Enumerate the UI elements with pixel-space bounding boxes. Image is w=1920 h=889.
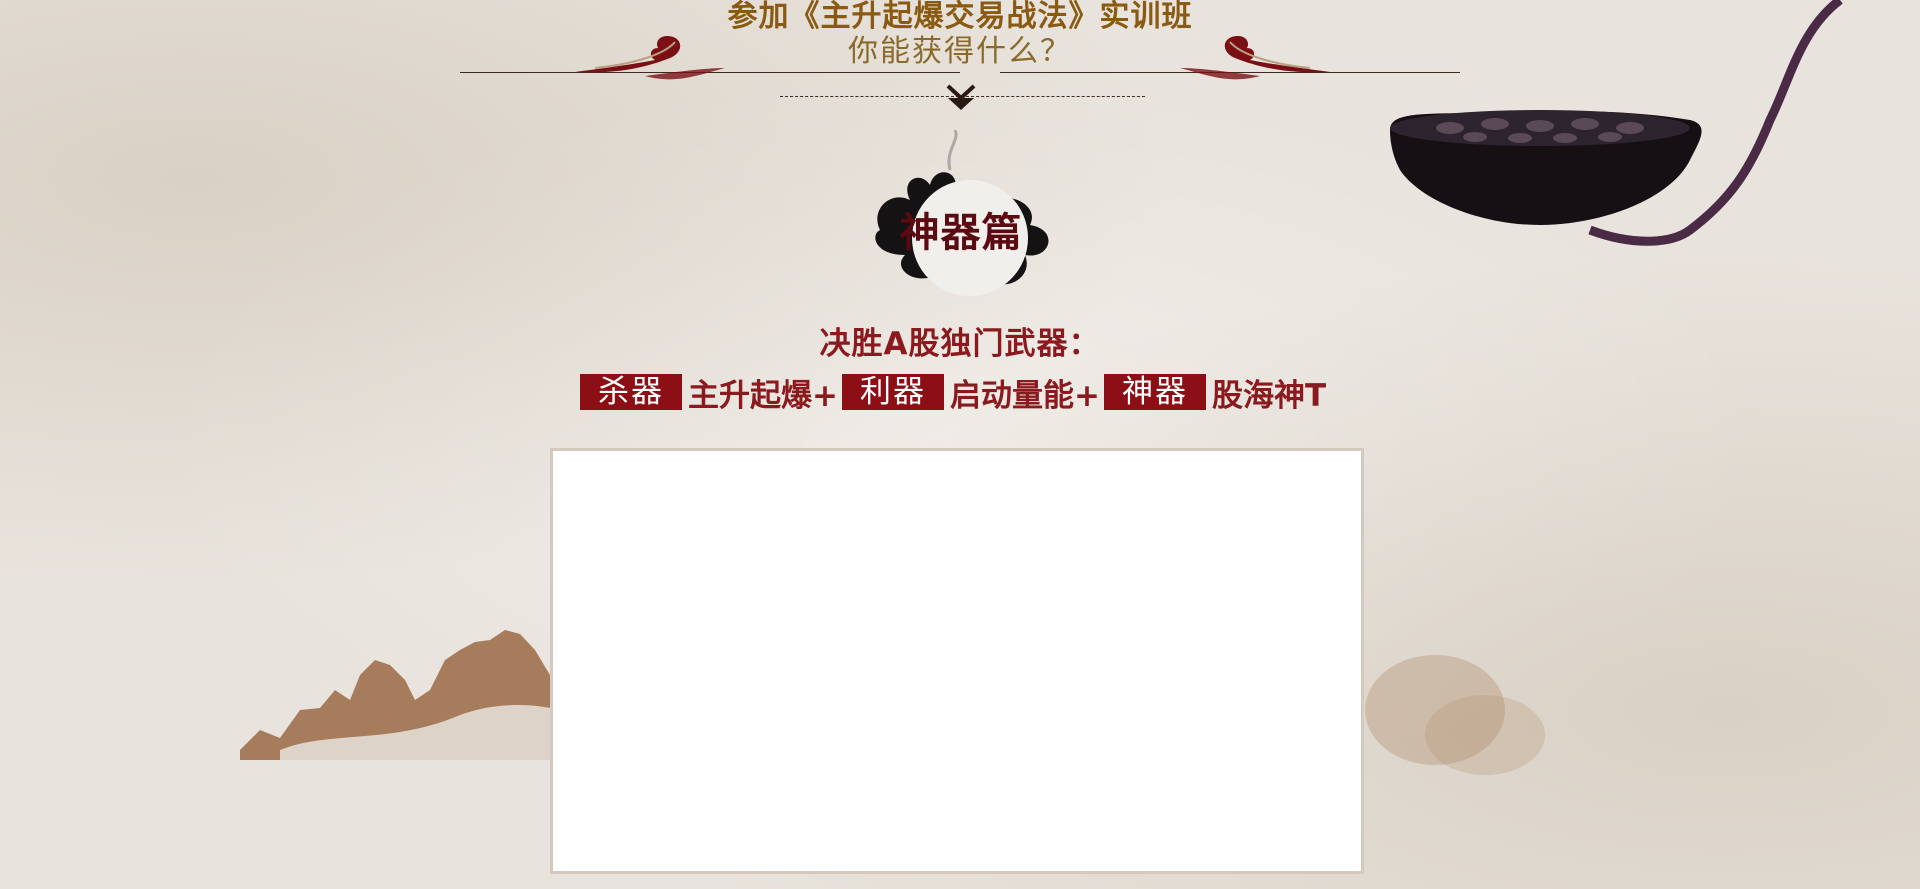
weapon-text-1: 主升起爆+ <box>688 377 838 414</box>
page-subtitle: 你能获得什么？ <box>848 34 1072 69</box>
weapon-text-2: 启动量能+ <box>949 377 1100 414</box>
weapon-tag-2: 利器 <box>841 374 944 410</box>
weapon-tag-3: 神器 <box>1103 374 1206 410</box>
section-heading: 决胜A股独门武器： <box>819 326 1101 362</box>
weapon-tag-1: 杀器 <box>580 374 682 410</box>
header-divider-left <box>460 72 960 73</box>
weapons-row: 杀器 主升起爆+ 利器 启动量能+ 神器 股海神T <box>580 372 1330 414</box>
seal-label: 神器篇 <box>899 209 1023 256</box>
header-divider-right <box>1000 72 1460 73</box>
content-panel <box>550 448 1364 874</box>
down-arrow-icon <box>946 84 976 110</box>
weapon-text-3: 股海神T <box>1211 377 1327 414</box>
page-title: 参加《主升起爆交易战法》实训班 <box>727 0 1193 34</box>
